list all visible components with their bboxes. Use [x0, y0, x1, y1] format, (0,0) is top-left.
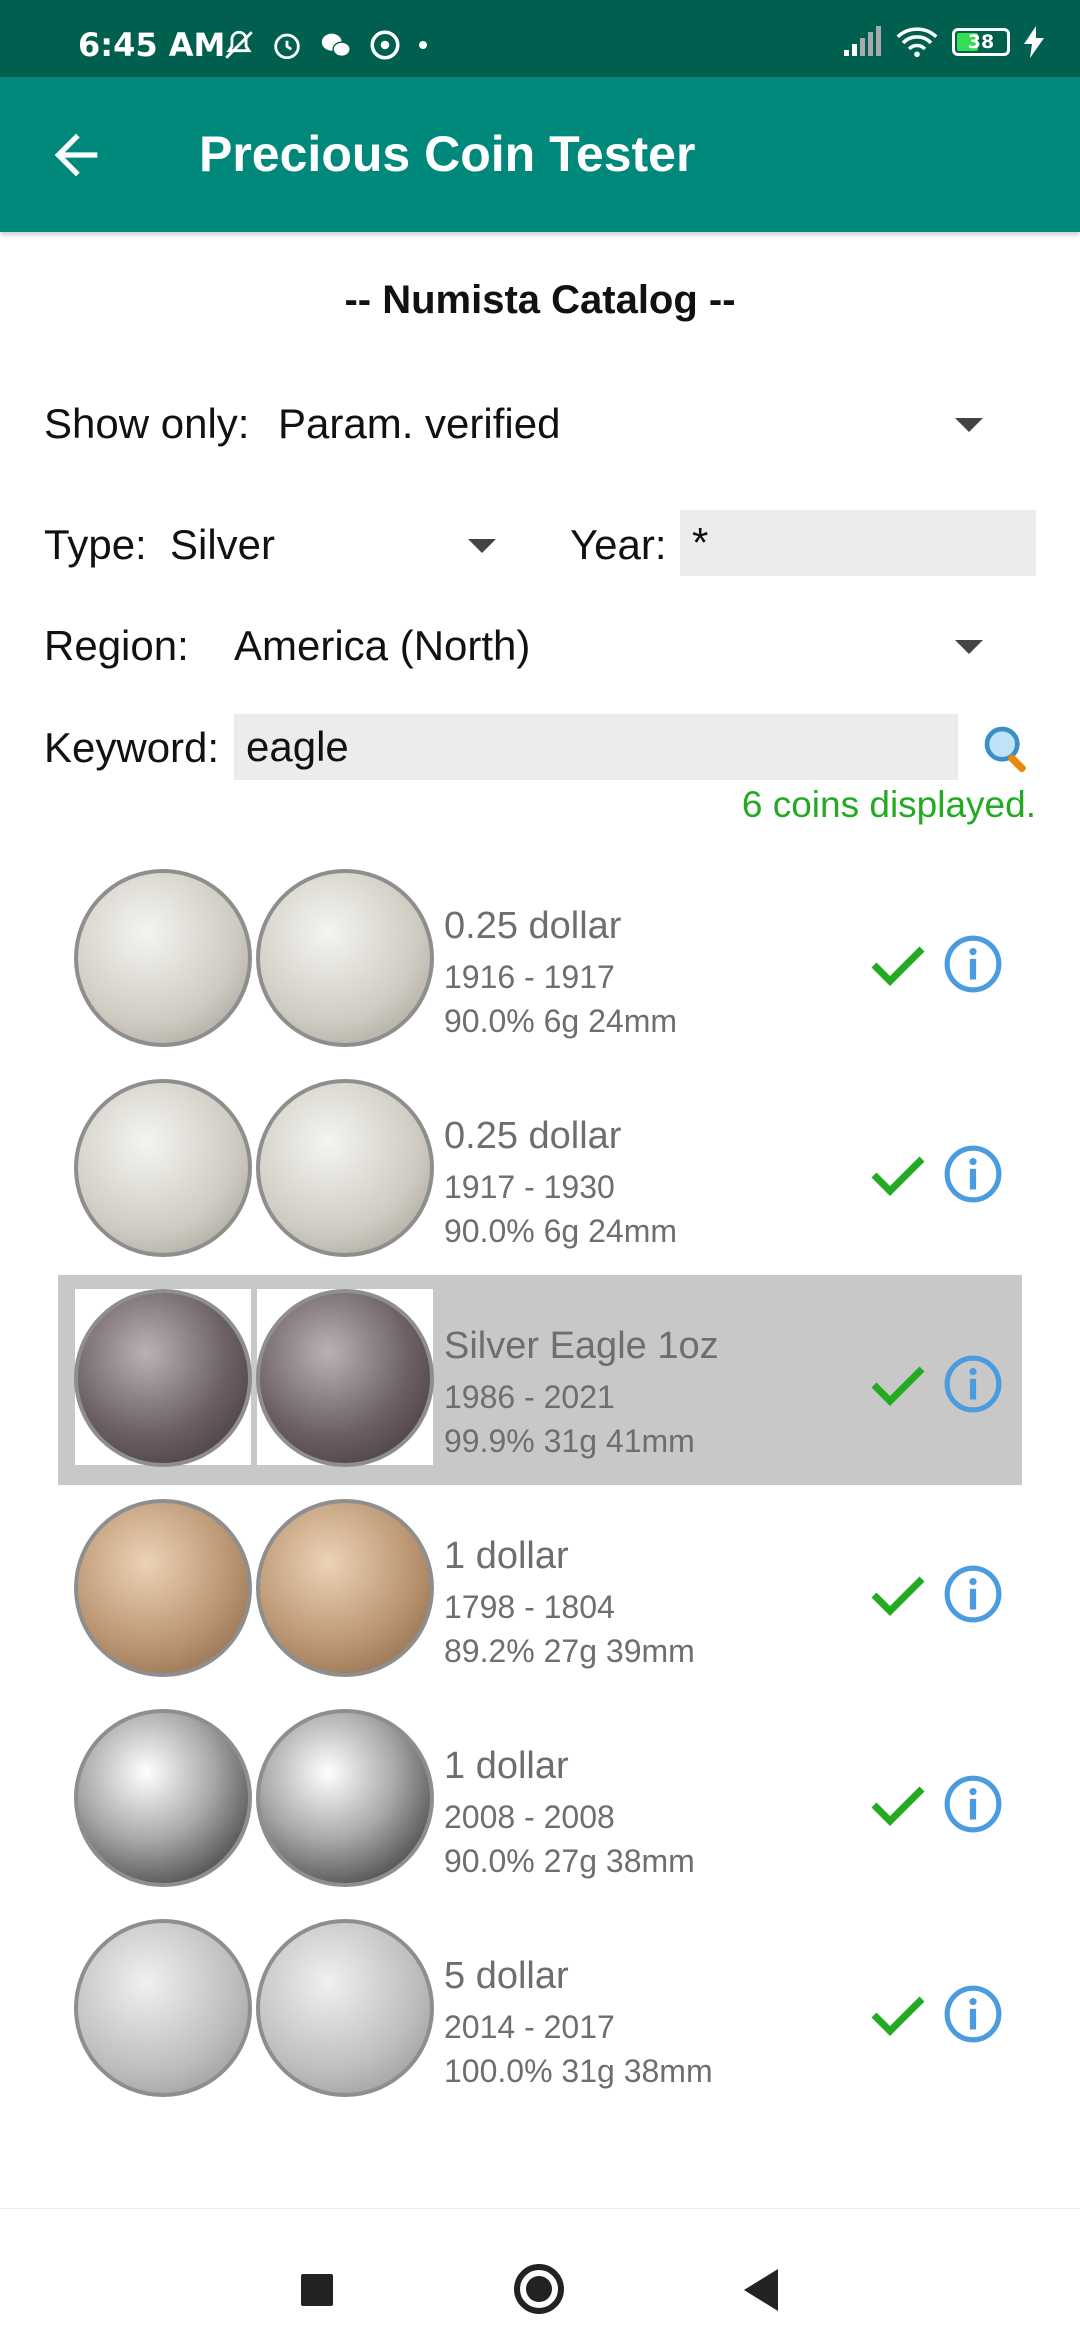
coin-name: 0.25 dollar [444, 1115, 622, 1157]
coin-spec: 89.2% 27g 39mm [444, 1633, 695, 1669]
vpn-icon [370, 30, 400, 60]
type-label: Type: [44, 521, 147, 568]
coin-obverse-image [74, 1079, 252, 1257]
show-only-dropdown[interactable]: Param. verified [278, 400, 560, 448]
mute-bell-icon [225, 30, 253, 59]
year-input[interactable]: * [680, 510, 1036, 576]
recents-button[interactable] [301, 2274, 333, 2306]
coin-row[interactable]: 1 dollar 1798 - 1804 89.2% 27g 39mm [58, 1485, 1022, 1695]
back-arrow-icon[interactable] [44, 123, 108, 187]
info-icon[interactable] [942, 933, 1004, 995]
coin-row[interactable]: Silver Eagle 1oz 1986 - 2021 99.9% 31g 4… [58, 1275, 1022, 1485]
type-dropdown[interactable]: Silver [170, 521, 275, 569]
alarm-icon [274, 33, 300, 60]
coin-years: 2008 - 2008 [444, 1799, 615, 1835]
keyword-input[interactable]: eagle [234, 714, 958, 780]
show-only-dropdown-arrow-icon[interactable] [955, 418, 983, 432]
info-icon[interactable] [942, 1563, 1004, 1625]
coin-obverse-image [74, 1499, 252, 1677]
charging-icon [1024, 26, 1044, 58]
catalog-title: -- Numista Catalog -- [344, 278, 736, 322]
check-icon [871, 1366, 925, 1406]
region-dropdown-arrow-icon[interactable] [955, 640, 983, 654]
coin-reverse-image [256, 1079, 434, 1257]
coins-count-text: 6 coins displayed. [741, 784, 1036, 825]
search-icon[interactable] [980, 722, 1036, 778]
coin-spec: 90.0% 27g 38mm [444, 1843, 695, 1879]
battery-level: 38 [967, 31, 995, 53]
coin-name: 1 dollar [444, 1535, 569, 1577]
coin-reverse-image [256, 1499, 434, 1677]
coin-spec: 90.0% 6g 24mm [444, 1213, 678, 1249]
coin-name: Silver Eagle 1oz [444, 1325, 719, 1367]
coin-row[interactable]: 0.25 dollar 1916 - 1917 90.0% 6g 24mm [58, 855, 1022, 1065]
coin-reverse-image [256, 1709, 434, 1887]
status-icons-left [222, 28, 430, 62]
coin-row[interactable]: 0.25 dollar 1917 - 1930 90.0% 6g 24mm [58, 1065, 1022, 1275]
show-only-label: Show only: [44, 400, 250, 447]
coin-spec: 90.0% 6g 24mm [444, 1003, 678, 1039]
info-icon[interactable] [942, 1773, 1004, 1835]
wechat-icon [321, 33, 351, 58]
info-icon[interactable] [942, 1983, 1004, 2045]
coin-obverse-image [74, 1709, 252, 1887]
year-label: Year: [570, 521, 667, 568]
system-nav-bar [0, 2208, 1080, 2341]
battery-icon: 38 [952, 28, 1010, 56]
status-time: 6:45 AM [78, 26, 226, 64]
check-icon [871, 946, 925, 986]
coin-obverse-image [74, 1919, 252, 2097]
status-bar: 6:45 AM 38 [0, 0, 1080, 77]
coin-spec: 99.9% 31g 41mm [444, 1423, 695, 1459]
coin-name: 5 dollar [444, 1955, 569, 1997]
app-title: Precious Coin Tester [199, 126, 696, 182]
wifi-icon [896, 27, 938, 58]
coin-obverse-image [74, 869, 252, 1047]
region-dropdown[interactable]: America (North) [234, 622, 530, 670]
coin-reverse-image [256, 1289, 434, 1467]
coin-years: 1916 - 1917 [444, 959, 615, 995]
coin-row[interactable]: 1 dollar 2008 - 2008 90.0% 27g 38mm [58, 1695, 1022, 1905]
app-bar: Precious Coin Tester [0, 77, 1080, 232]
coin-years: 2014 - 2017 [444, 2009, 615, 2045]
coin-spec: 100.0% 31g 38mm [444, 2053, 713, 2089]
coin-name: 1 dollar [444, 1745, 569, 1787]
status-icons-right: 38 [842, 26, 1044, 58]
coin-name: 0.25 dollar [444, 905, 622, 947]
type-dropdown-arrow-icon[interactable] [468, 539, 496, 553]
check-icon [871, 1576, 925, 1616]
check-icon [871, 1786, 925, 1826]
coin-reverse-image [256, 1919, 434, 2097]
coin-years: 1798 - 1804 [444, 1589, 615, 1625]
signal-icon [844, 26, 881, 56]
dot-icon [419, 41, 427, 49]
coin-reverse-image [256, 869, 434, 1047]
check-icon [871, 1156, 925, 1196]
info-icon[interactable] [942, 1143, 1004, 1205]
region-label: Region: [44, 622, 189, 669]
keyword-label: Keyword: [44, 724, 220, 771]
coin-years: 1986 - 2021 [444, 1379, 615, 1415]
info-icon[interactable] [942, 1353, 1004, 1415]
coin-row[interactable]: 5 dollar 2014 - 2017 100.0% 31g 38mm [58, 1905, 1022, 2115]
coin-years: 1917 - 1930 [444, 1169, 615, 1205]
home-button[interactable] [513, 2263, 565, 2315]
check-icon [871, 1996, 925, 2036]
coin-obverse-image [74, 1289, 252, 1467]
nav-back-button[interactable] [742, 2267, 780, 2313]
